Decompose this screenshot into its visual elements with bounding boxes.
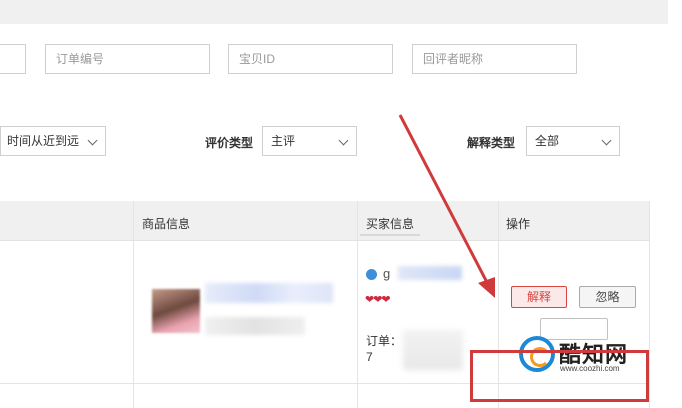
annotation-arrow <box>398 114 495 298</box>
annotation-highlight-box <box>470 350 649 402</box>
